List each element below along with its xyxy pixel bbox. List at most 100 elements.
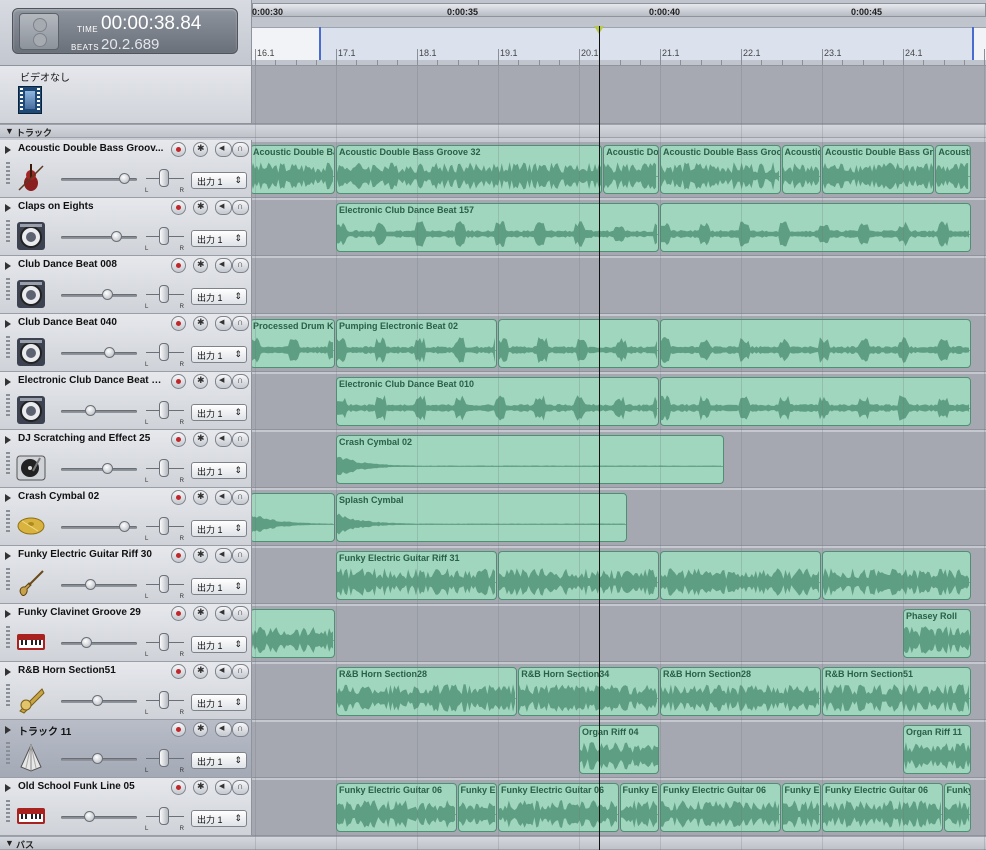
audio-region[interactable]: [498, 319, 659, 368]
solo-button[interactable]: [232, 316, 249, 331]
pan-knob[interactable]: LR: [145, 282, 185, 310]
mute-button[interactable]: [215, 316, 232, 331]
disclosure-triangle-icon[interactable]: [5, 436, 11, 444]
lock-button[interactable]: [193, 374, 208, 389]
track-header[interactable]: Old School Funk Line 05 LR 出力 1: [0, 778, 252, 836]
drag-handle[interactable]: [6, 336, 10, 360]
audio-region[interactable]: Funky Electric Guitar 06: [498, 783, 619, 832]
track-lane[interactable]: Processed Drum Kit 2 Pumping Electronic B…: [252, 314, 986, 372]
track-lane[interactable]: R&B Horn Section28 R&B Horn Section34 R&B …: [252, 662, 986, 720]
audio-region[interactable]: [252, 609, 335, 658]
solo-button[interactable]: [232, 258, 249, 273]
mute-button[interactable]: [215, 432, 232, 447]
volume-slider[interactable]: [61, 521, 137, 532]
playhead-handle[interactable]: [594, 26, 604, 34]
mute-button[interactable]: [215, 606, 232, 621]
volume-slider[interactable]: [61, 811, 137, 822]
audio-region[interactable]: Acoustic Double Bass Groove 32: [660, 145, 781, 194]
mute-button[interactable]: [215, 548, 232, 563]
audio-region[interactable]: [498, 551, 659, 600]
lock-button[interactable]: [193, 200, 208, 215]
track-header[interactable]: Acoustic Double Bass Groov... LR 出力 1: [0, 140, 252, 198]
audio-region[interactable]: Funky Electric Guitar 06: [619, 783, 659, 832]
output-select[interactable]: 出力 1: [191, 578, 247, 595]
drag-handle[interactable]: [6, 568, 10, 592]
audio-region[interactable]: Funky Electric Guitar 06: [336, 783, 457, 832]
audio-region[interactable]: Acoustic Double Bass Groove 32: [781, 145, 821, 194]
audio-region[interactable]: [822, 551, 971, 600]
volume-slider[interactable]: [61, 289, 137, 300]
record-enable-button[interactable]: [171, 432, 186, 447]
pan-knob[interactable]: LR: [145, 630, 185, 658]
audio-region[interactable]: R&B Horn Section28: [660, 667, 821, 716]
volume-slider[interactable]: [61, 695, 137, 706]
track-lane[interactable]: Electronic Club Dance Beat 157: [252, 198, 986, 256]
output-select[interactable]: 出力 1: [191, 752, 247, 769]
audio-region[interactable]: Acoustic Double Bass Groove 32: [336, 145, 603, 194]
lock-button[interactable]: [193, 490, 208, 505]
volume-knob[interactable]: [85, 405, 97, 416]
track-lane[interactable]: Crash Cymbal 02: [252, 430, 986, 488]
drag-handle[interactable]: [6, 278, 10, 302]
pan-knob[interactable]: LR: [145, 572, 185, 600]
audio-region[interactable]: Acoustic Double Bass Groove 32: [935, 145, 971, 194]
lock-button[interactable]: [193, 780, 208, 795]
pan-knob[interactable]: LR: [145, 746, 185, 774]
timeline-ruler[interactable]: 0:00:30 0:00:35 0:00:40 0:00:45 16.1 17.1 18.1…: [252, 0, 986, 66]
solo-button[interactable]: [232, 142, 249, 157]
lock-button[interactable]: [193, 664, 208, 679]
record-enable-button[interactable]: [171, 490, 186, 505]
drag-handle[interactable]: [6, 626, 10, 650]
output-select[interactable]: 出力 1: [191, 404, 247, 421]
volume-knob[interactable]: [101, 463, 113, 474]
drag-handle[interactable]: [6, 394, 10, 418]
volume-knob[interactable]: [92, 753, 104, 764]
volume-slider[interactable]: [61, 405, 137, 416]
time-display[interactable]: TIME 00:00:38.84 BEATS 20.2.689: [12, 8, 238, 54]
solo-button[interactable]: [232, 200, 249, 215]
disclosure-triangle-icon[interactable]: [5, 784, 11, 792]
mute-button[interactable]: [215, 258, 232, 273]
lock-button[interactable]: [193, 142, 208, 157]
output-select[interactable]: 出力 1: [191, 346, 247, 363]
audio-region[interactable]: R&B Horn Section51: [822, 667, 971, 716]
audio-region[interactable]: [252, 493, 335, 542]
pan-knob[interactable]: LR: [145, 688, 185, 716]
solo-button[interactable]: [232, 432, 249, 447]
audio-region[interactable]: Funky Electric Guitar 06: [822, 783, 943, 832]
track-header[interactable]: Club Dance Beat 008 LR 出力 1: [0, 256, 252, 314]
output-select[interactable]: 出力 1: [191, 230, 247, 247]
solo-button[interactable]: [232, 548, 249, 563]
track-lane[interactable]: Electronic Club Dance Beat 010: [252, 372, 986, 430]
disclosure-triangle-icon[interactable]: [5, 610, 11, 618]
record-enable-button[interactable]: [171, 548, 186, 563]
disclosure-triangle-icon[interactable]: [5, 494, 11, 502]
audio-region[interactable]: Electronic Club Dance Beat 157: [336, 203, 659, 252]
mute-button[interactable]: [215, 722, 232, 737]
output-select[interactable]: 出力 1: [191, 694, 247, 711]
audio-region[interactable]: R&B Horn Section28: [336, 667, 518, 716]
record-enable-button[interactable]: [171, 780, 186, 795]
audio-region[interactable]: [660, 377, 971, 426]
solo-button[interactable]: [232, 664, 249, 679]
record-enable-button[interactable]: [171, 142, 186, 157]
track-header[interactable]: Crash Cymbal 02 LR 出力 1: [0, 488, 252, 546]
output-select[interactable]: 出力 1: [191, 462, 247, 479]
audio-region[interactable]: Organ Riff 04: [579, 725, 659, 774]
pan-knob[interactable]: LR: [145, 166, 185, 194]
drag-handle[interactable]: [6, 684, 10, 708]
audio-region[interactable]: Pumping Electronic Beat 02: [336, 319, 497, 368]
lock-button[interactable]: [193, 606, 208, 621]
solo-button[interactable]: [232, 722, 249, 737]
pan-knob[interactable]: LR: [145, 340, 185, 368]
display-mode-button[interactable]: [19, 13, 59, 50]
video-lane[interactable]: [252, 66, 986, 124]
drag-handle[interactable]: [6, 742, 10, 766]
tracks-section-header[interactable]: ▼ トラック: [0, 124, 986, 138]
track-header[interactable]: トラック 11 LR 出力 1: [0, 720, 252, 778]
lock-button[interactable]: [193, 432, 208, 447]
solo-button[interactable]: [232, 780, 249, 795]
volume-knob[interactable]: [92, 695, 104, 706]
track-lane[interactable]: Acoustic Double Bass Groove 32 Acoustic D…: [252, 140, 986, 198]
volume-knob[interactable]: [119, 173, 130, 184]
